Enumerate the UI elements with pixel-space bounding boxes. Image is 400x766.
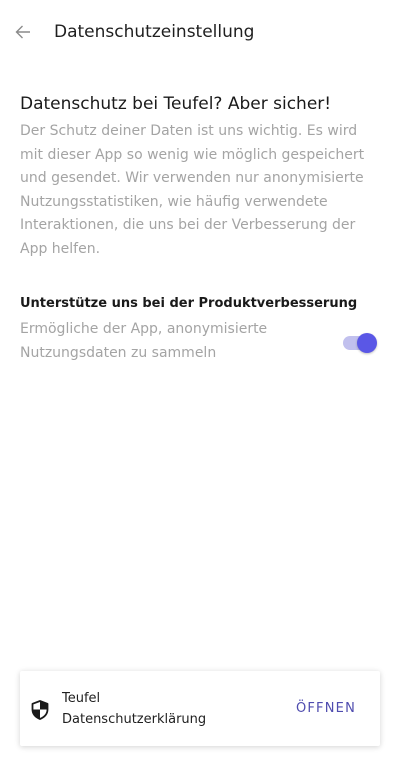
privacy-policy-card: Teufel Datenschutzerklärung ÖFFNEN bbox=[20, 671, 380, 746]
setting-title: Unterstütze uns bei der Produktverbesser… bbox=[20, 296, 358, 311]
card-document-title: Datenschutzerklärung bbox=[62, 712, 207, 727]
privacy-card-text: Teufel Datenschutzerklärung bbox=[62, 688, 206, 730]
toggle-thumb bbox=[357, 333, 377, 353]
analytics-toggle[interactable] bbox=[341, 332, 377, 354]
product-improvement-setting: Unterstütze uns bei der Produktverbesser… bbox=[20, 294, 380, 365]
open-button[interactable]: ÖFFNEN bbox=[296, 698, 356, 720]
intro-heading: Datenschutz bei Teufel? Aber sicher! bbox=[20, 94, 332, 114]
page-title: Datenschutzeinstellung bbox=[54, 22, 255, 42]
card-brand: Teufel bbox=[62, 691, 101, 706]
setting-description: Ermögliche der App, anonymisierte Nutzun… bbox=[20, 321, 268, 361]
intro-text: Der Schutz deiner Daten ist uns wichtig.… bbox=[20, 123, 365, 257]
arrow-left-icon bbox=[15, 25, 30, 39]
app-bar: Datenschutzeinstellung bbox=[0, 0, 400, 64]
back-button[interactable] bbox=[8, 16, 38, 48]
intro-section: Datenschutz bei Teufel? Aber sicher! Der… bbox=[20, 92, 380, 261]
shield-icon bbox=[31, 700, 49, 720]
